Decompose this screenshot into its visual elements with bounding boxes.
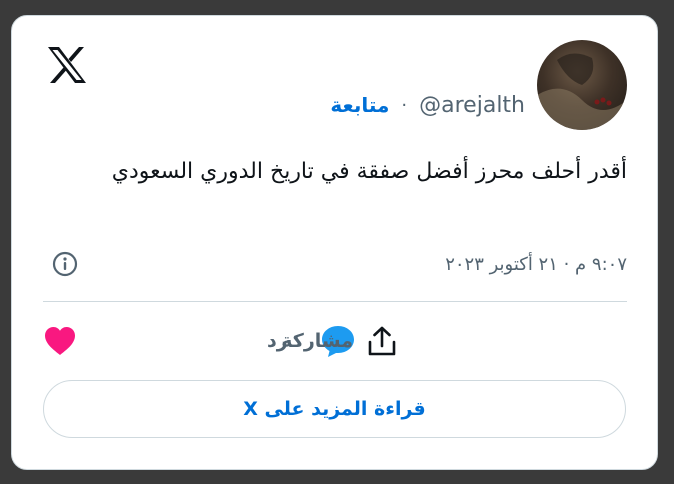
share-button[interactable]: مشاركة [281, 321, 397, 361]
tweet-embed-card: متابعة · @arejalth أقدر أحلف محرز أفضل ص… [11, 15, 658, 470]
tweet-text: أقدر أحلف محرز أفضل صفقة في تاريخ الدوري… [111, 159, 627, 184]
avatar[interactable] [537, 40, 627, 130]
divider [43, 301, 627, 302]
author-handle[interactable]: @arejalth [419, 93, 525, 118]
action-bar: رد مشاركة [12, 321, 657, 361]
separator-dot: · [401, 94, 408, 116]
follow-link[interactable]: متابعة [330, 93, 389, 117]
meta-row: ٩:٠٧ م · ٢١ أكتوبر ٢٠٢٣ [52, 249, 627, 279]
heart-icon [45, 327, 75, 355]
share-upload-icon [368, 326, 396, 356]
like-button[interactable] [43, 321, 77, 361]
x-logo-icon[interactable] [45, 45, 89, 85]
tweet-timestamp[interactable]: ٩:٠٧ م · ٢١ أكتوبر ٢٠٢٣ [445, 254, 627, 275]
share-label: مشاركة [281, 330, 353, 352]
read-more-button[interactable]: قراءة المزيد على X [43, 380, 626, 438]
info-icon[interactable] [52, 251, 78, 277]
tweet-header: متابعة · @arejalth [330, 89, 525, 121]
